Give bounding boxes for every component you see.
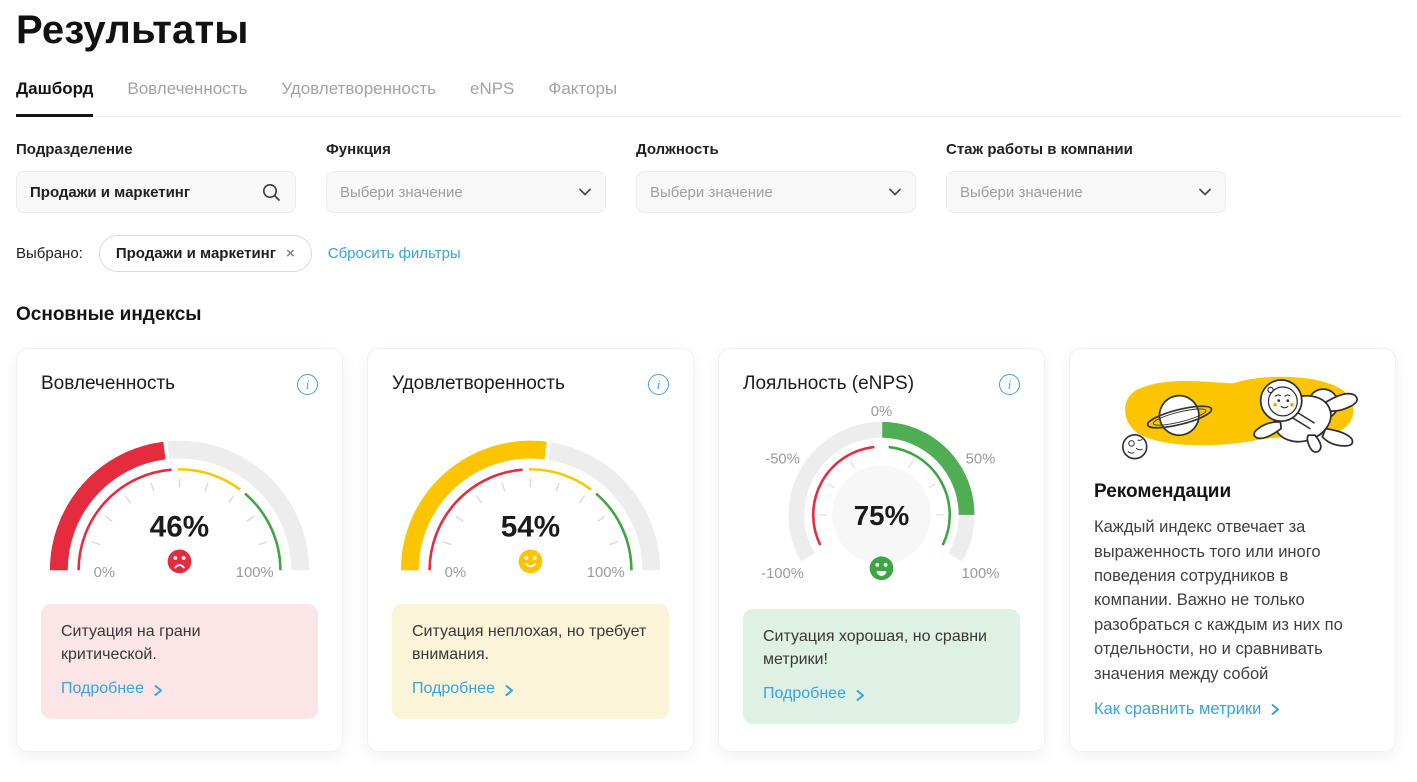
info-icon[interactable]: i (999, 374, 1020, 395)
recommendations-title: Рекомендации (1094, 481, 1371, 503)
tab-dashboard[interactable]: Дашборд (16, 79, 93, 117)
tab-enps[interactable]: eNPS (470, 79, 514, 117)
enps-card: Лояльность (eNPS) i 75% -100% -50% 0% 50% 100… (718, 348, 1045, 752)
svg-text:100%: 100% (236, 565, 274, 581)
moon-icon (1123, 435, 1147, 459)
card-title: Удовлетворенность (392, 373, 565, 395)
svg-text:-100%: -100% (761, 566, 804, 582)
svg-text:0%: 0% (94, 565, 115, 581)
status-text: Ситуация хорошая, но сравни метрики! (763, 626, 1000, 671)
svg-text:0%: 0% (445, 565, 466, 581)
svg-text:-50%: -50% (765, 451, 800, 467)
division-search-box[interactable] (16, 171, 296, 213)
tab-engagement[interactable]: Вовлеченность (127, 79, 247, 117)
chip-label: Продажи и маркетинг (116, 245, 276, 262)
filter-position: Должность Выбери значение (636, 141, 916, 213)
satisfaction-card: Удовлетворенность i 54% 0% 100% Ситуация н… (367, 348, 694, 752)
section-heading: Основные индексы (16, 304, 1401, 326)
selected-label: Выбрано: (16, 245, 83, 262)
info-icon[interactable]: i (297, 374, 318, 395)
cosmonaut-illustration (1090, 371, 1377, 463)
svg-text:50%: 50% (966, 451, 996, 467)
card-title: Вовлеченность (41, 373, 175, 395)
filters-row: Подразделение Функция Выбери значение До… (16, 141, 1401, 213)
card-title: Лояльность (eNPS) (743, 373, 914, 395)
filter-division-label: Подразделение (16, 141, 296, 158)
reset-filters-link[interactable]: Сбросить фильтры (328, 245, 461, 262)
tabs: Дашборд Вовлеченность Удовлетворенность … (16, 79, 1401, 117)
status-text: Ситуация на грани критической. (61, 621, 298, 666)
filter-position-label: Должность (636, 141, 916, 158)
svg-text:46%: 46% (150, 511, 209, 544)
status-box: Ситуация хорошая, но сравни метрики! Под… (743, 609, 1020, 724)
chevron-right-icon (1270, 703, 1280, 716)
index-cards: Вовлеченность i 46% 0% 100% Ситуация на гр… (16, 348, 1401, 752)
status-text: Ситуация неплохая, но требует внимания. (412, 621, 649, 666)
filter-tenure-label: Стаж работы в компании (946, 141, 1226, 158)
status-box: Ситуация неплохая, но требует внимания. … (392, 604, 669, 719)
position-select[interactable]: Выбери значение (636, 171, 916, 213)
filter-function: Функция Выбери значение (326, 141, 606, 213)
recommendations-body: Каждый индекс отвечает за выраженность т… (1094, 515, 1371, 686)
chevron-right-icon (153, 684, 163, 697)
status-box: Ситуация на грани критической. Подробнее (41, 604, 318, 719)
search-icon (261, 182, 282, 203)
chevron-right-icon (855, 689, 865, 702)
chip-remove-icon[interactable]: × (286, 246, 295, 261)
chevron-right-icon (504, 684, 514, 697)
satisfaction-gauge: 54% 0% 100% (392, 427, 669, 585)
selected-filters-row: Выбрано: Продажи и маркетинг × Сбросить … (16, 235, 1401, 272)
results-page: Результаты Дашборд Вовлеченность Удовлет… (0, 0, 1417, 772)
tab-factors[interactable]: Факторы (548, 79, 617, 117)
engagement-gauge: 46% 0% 100% (41, 427, 318, 585)
svg-text:100%: 100% (961, 566, 999, 582)
chevron-down-icon (1198, 187, 1212, 197)
compare-metrics-link[interactable]: Как сравнить метрики (1094, 700, 1371, 719)
info-icon[interactable]: i (648, 374, 669, 395)
filter-division: Подразделение (16, 141, 296, 213)
chevron-down-icon (888, 187, 902, 197)
selected-filter-chip[interactable]: Продажи и маркетинг × (99, 235, 312, 272)
chevron-down-icon (578, 187, 592, 197)
details-link[interactable]: Подробнее (412, 678, 514, 701)
recommendations-card: Рекомендации Каждый индекс отвечает за в… (1069, 348, 1396, 752)
tab-satisfaction[interactable]: Удовлетворенность (281, 79, 436, 117)
details-link[interactable]: Подробнее (61, 678, 163, 701)
filter-function-label: Функция (326, 141, 606, 158)
svg-text:54%: 54% (501, 511, 560, 544)
page-title: Результаты (16, 8, 1401, 53)
svg-text:100%: 100% (587, 565, 625, 581)
svg-text:0%: 0% (871, 404, 892, 420)
svg-text:75%: 75% (854, 500, 909, 531)
enps-gauge: 75% -100% -50% 0% 50% 100% (743, 397, 1020, 609)
tenure-select[interactable]: Выбери значение (946, 171, 1226, 213)
division-search-input[interactable] (30, 184, 261, 201)
details-link[interactable]: Подробнее (763, 683, 865, 706)
engagement-card: Вовлеченность i 46% 0% 100% Ситуация на гр… (16, 348, 343, 752)
filter-tenure: Стаж работы в компании Выбери значение (946, 141, 1226, 213)
function-select[interactable]: Выбери значение (326, 171, 606, 213)
